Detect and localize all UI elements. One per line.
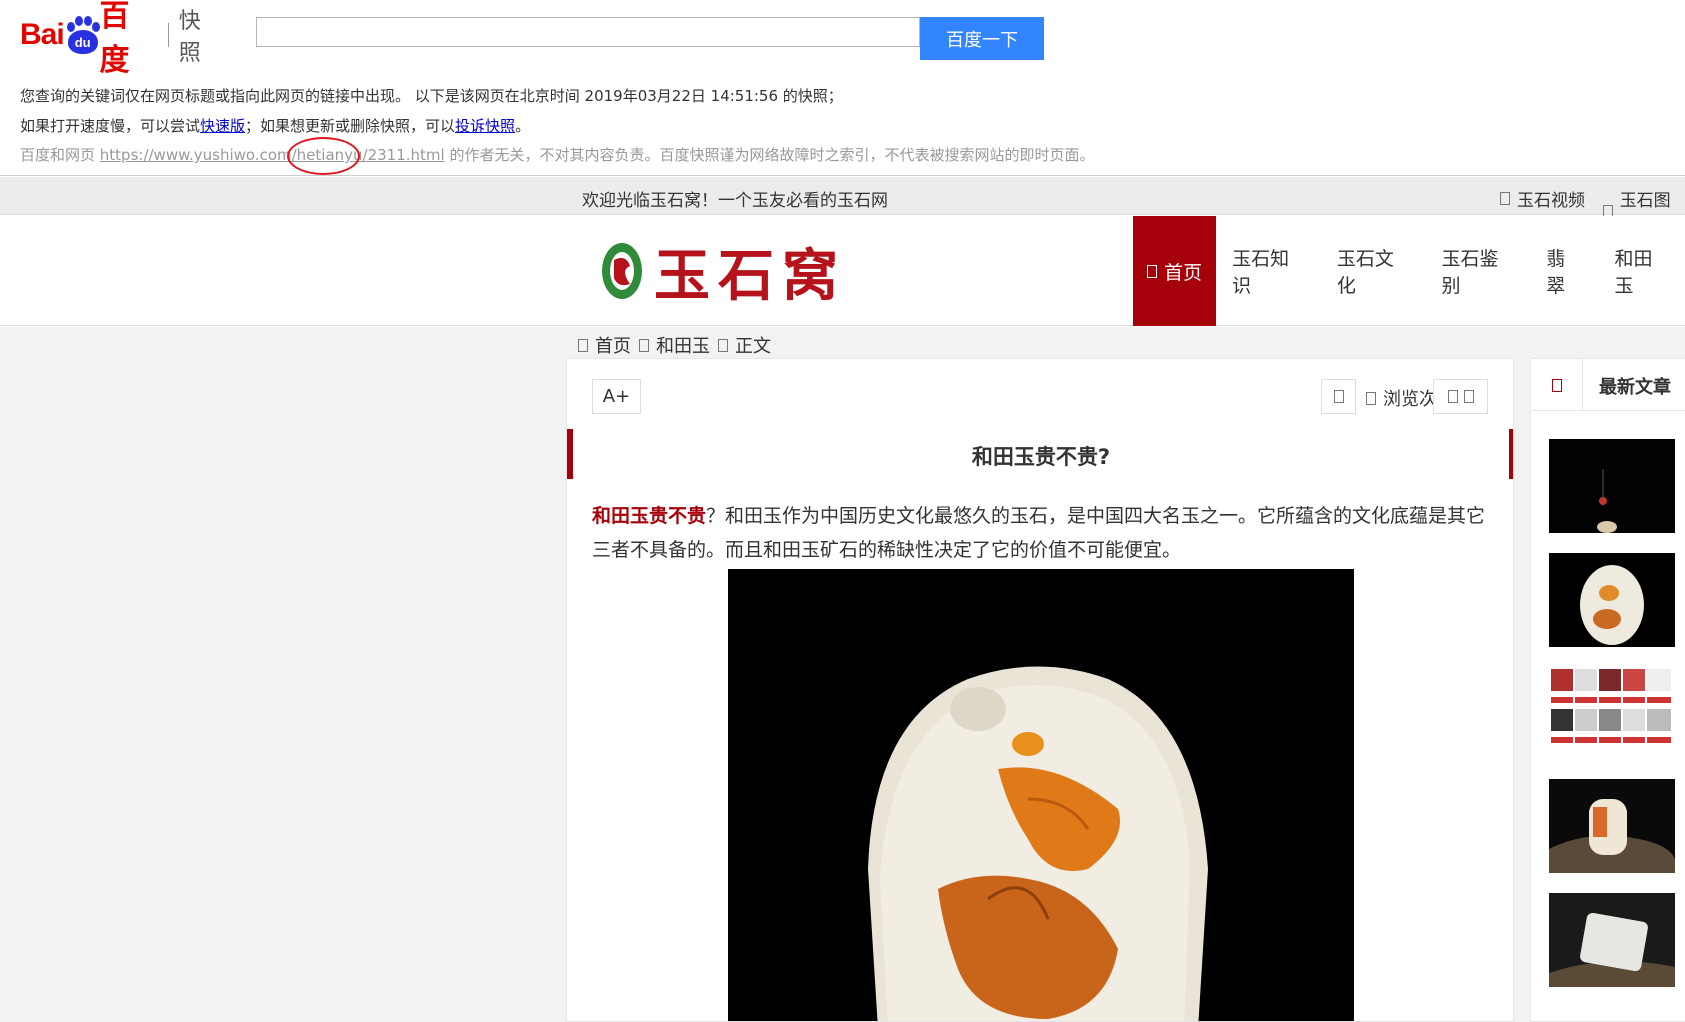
site-header: 玉石窝 首页 玉石知识 玉石文化 玉石鉴别 翡翠 和田玉 [0,216,1685,326]
latest-article-thumb[interactable] [1549,439,1675,533]
baidu-logo[interactable]: Bai du 百度 快照 [20,0,220,78]
nav-jade-identification[interactable]: 玉石鉴别 [1426,216,1531,326]
baidu-paw-icon: du [65,16,100,54]
sidebar-title: 最新文章 [1599,377,1671,398]
breadcrumb: 首页 和田玉 正文 [578,332,771,358]
report-snapshot-link[interactable]: 投诉快照 [455,117,515,135]
latest-article-thumb[interactable] [1549,893,1675,987]
chevron-right-icon [718,338,728,352]
article-keyword: 和田玉贵不贵 [592,505,707,527]
site-topbar: 欢迎光临玉石窝！一个玉友必看的玉石网 玉石视频 玉石图片 [0,177,1685,236]
snapshot-options: 如果打开速度慢，可以尝试快速版；如果想更新或删除快照，可以投诉快照。 [20,117,531,135]
topbar-link-videos[interactable]: 玉石视频 [1500,186,1585,211]
share-icon [1333,390,1344,403]
logo-kuaizhao-text: 快照 [178,9,201,66]
home-icon [1147,264,1158,278]
snapshot-notice: 您查询的关键词仅在网页标题或指向此网页的链接中出现。 以下是该网页在北京时间 2… [20,87,843,105]
font-size-button[interactable]: A+ [592,379,641,414]
nav-jade-knowledge[interactable]: 玉石知识 [1216,216,1321,326]
sidebar-latest: 最新文章 [1530,358,1685,1022]
nav-jade-culture[interactable]: 玉石文化 [1321,216,1426,326]
disclaimer: 百度和网页 https://www.yushiwo.com/hetianyu/2… [20,146,1095,164]
search-input[interactable] [256,17,920,47]
logo-divider [167,23,169,47]
article-panel: A+ 浏览次 和田玉贵不贵? 和田玉贵不贵？和田玉作为中国历史文化最悠久的玉石，… [566,358,1514,1022]
search-button[interactable]: 百度一下 [920,17,1044,60]
red-annotation-circle [287,137,360,175]
article-list-icon [1531,359,1583,411]
prev-icon [1447,390,1458,403]
sidebar-header: 最新文章 [1531,359,1685,411]
share-button[interactable] [1321,379,1356,414]
nav-jadeite[interactable]: 翡翠 [1530,216,1598,326]
chevron-right-icon [639,338,649,352]
page-nav-buttons[interactable] [1433,379,1488,414]
article-lead-paragraph: 和田玉贵不贵？和田玉作为中国历史文化最悠久的玉石，是中国四大名玉之一。它所蕴含的… [592,505,1486,561]
latest-article-thumb[interactable] [1549,779,1675,873]
site-logo-text: 玉石窝 [654,242,846,309]
jade-pendant-image [728,569,1354,1021]
next-icon [1463,390,1474,403]
nav-home[interactable]: 首页 [1133,216,1217,326]
logo-baidu-text: 百度 [99,0,130,78]
logo-bai-text: Bai [20,18,65,51]
main-nav: 首页 玉石知识 玉石文化 玉石鉴别 翡翠 和田玉 [1133,216,1685,326]
welcome-text: 欢迎光临玉石窝！一个玉友必看的玉石网 [582,191,888,211]
article-title: 和田玉贵不贵? [971,445,1111,469]
home-icon [578,338,588,352]
fast-version-link[interactable]: 快速版 [200,117,245,135]
breadcrumb-current: 正文 [714,332,771,358]
nav-hetian-jade[interactable]: 和田玉 [1599,216,1685,326]
breadcrumb-home[interactable]: 首页 [578,332,631,358]
jade-pendant-illustration [728,569,1354,1021]
latest-article-thumb[interactable] [1549,553,1675,647]
latest-article-thumb[interactable] [1549,667,1675,761]
breadcrumb-category[interactable]: 和田玉 [635,332,710,358]
jade-emblem-icon [602,243,642,299]
original-url-link[interactable]: https://www.yushiwo.com/hetianyu/2311.ht… [100,146,445,164]
baidu-cache-header: Bai du 百度 快照 百度一下 您查询的关键词仅在网页标题或指向此网页的链接… [0,0,1685,176]
site-logo[interactable]: 玉石窝 [600,236,846,309]
view-count-label: 浏览次 [1366,385,1437,411]
eye-icon [1366,391,1376,405]
video-icon [1500,192,1510,205]
